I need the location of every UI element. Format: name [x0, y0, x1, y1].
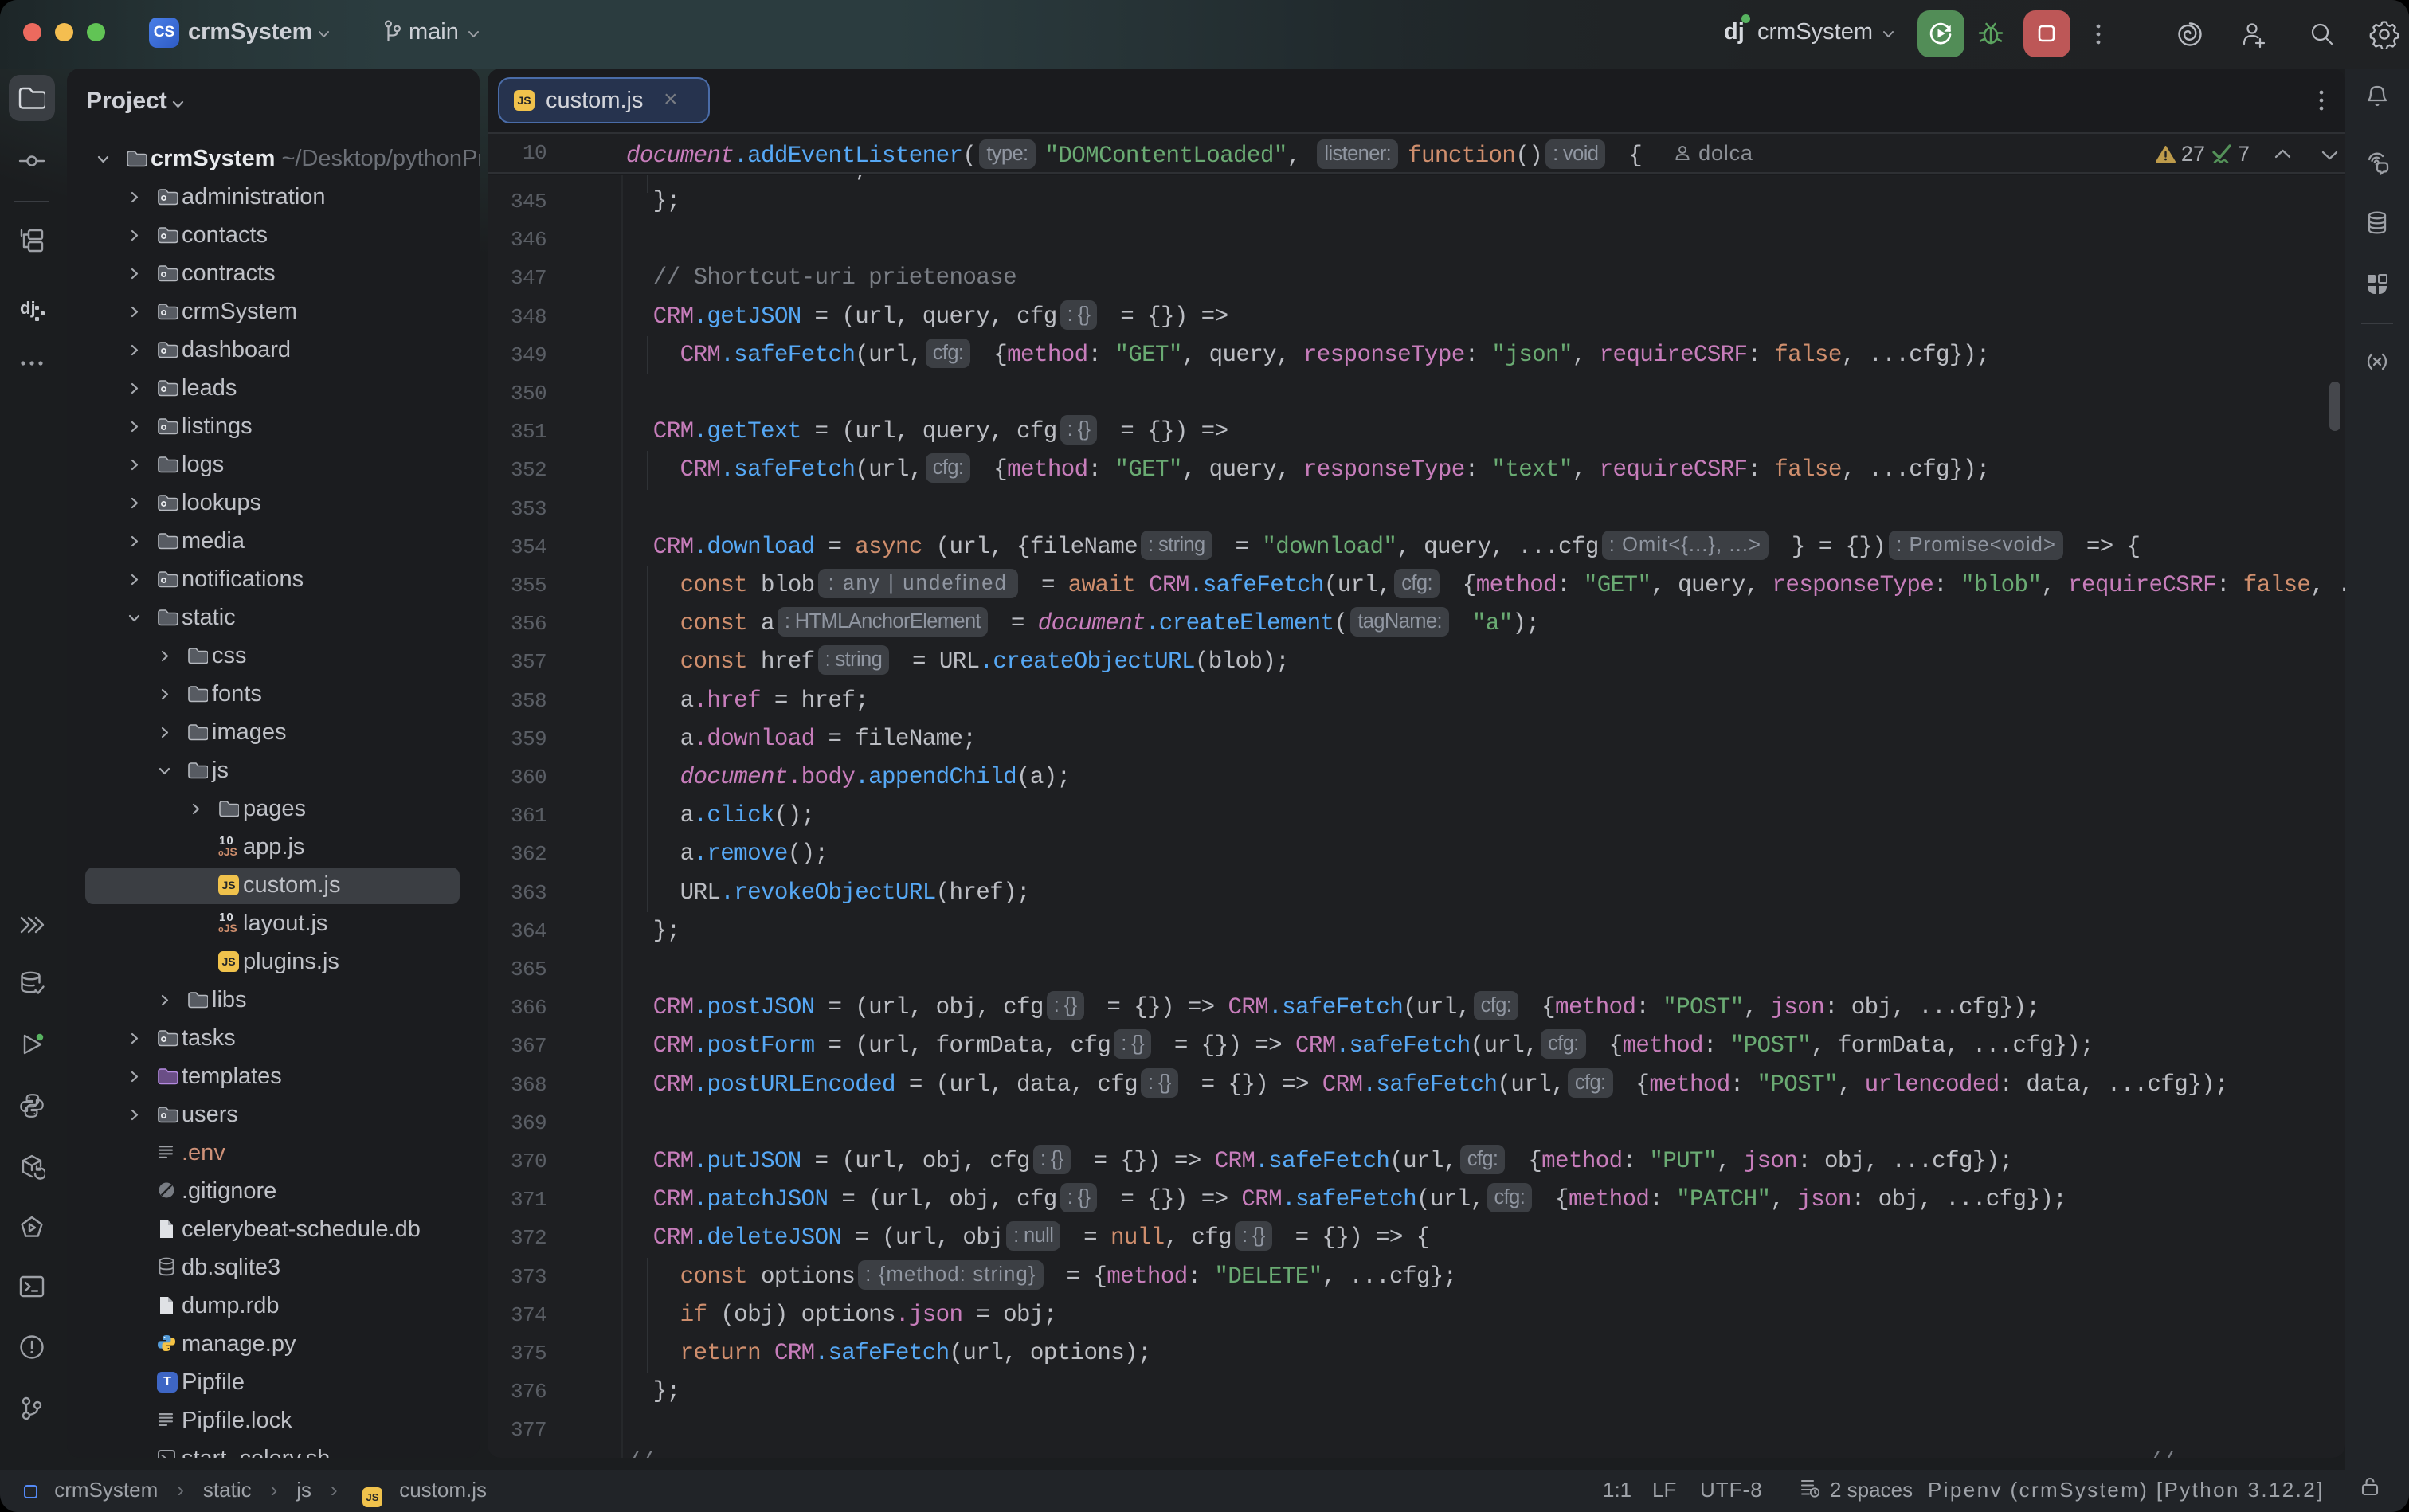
svg-text:dj: dj: [20, 298, 36, 318]
